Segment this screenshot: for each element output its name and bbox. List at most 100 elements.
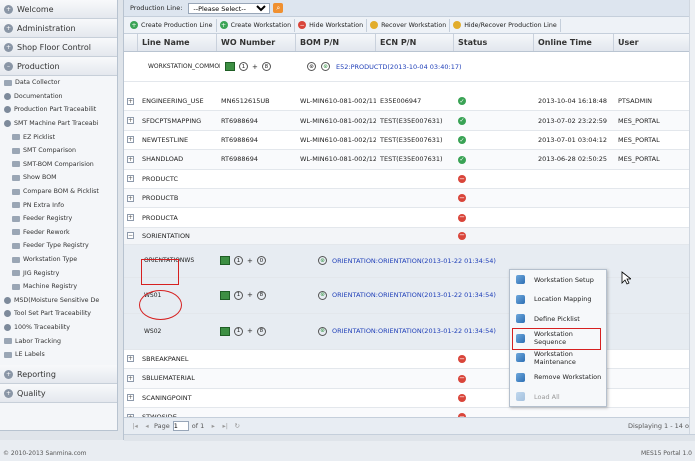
search-icon[interactable]: ⌕	[273, 3, 284, 13]
sidebar-item[interactable]: EZ Picklist	[0, 130, 117, 144]
sidebar-item[interactable]: Feeder Rework	[0, 226, 117, 240]
sidebar-item[interactable]: Labor Tracking	[0, 334, 117, 348]
seq-number: 0	[256, 256, 266, 266]
sidebar-section[interactable]: + Shop Floor Control	[0, 38, 117, 57]
sidebar-item[interactable]: LE Labels	[0, 348, 117, 362]
column-header[interactable]: Online Time	[534, 34, 614, 51]
product-link[interactable]: ORIENTATION:ORIENTATION(2013-01-22 01:34…	[332, 291, 496, 299]
column-header[interactable]: User	[614, 34, 695, 51]
sidebar-item[interactable]: Feeder Type Registry	[0, 239, 117, 253]
sidebar-section[interactable]: + Administration	[0, 19, 117, 38]
expand-icon[interactable]: +	[127, 355, 134, 363]
table-row[interactable]: + PRODUCTA −	[124, 208, 689, 228]
last-page-icon[interactable]: ▸|	[220, 422, 230, 430]
context-menu-item[interactable]: Workstation Maintenance	[510, 348, 606, 368]
sidebar-item[interactable]: SMT-BOM Comparision	[0, 158, 117, 172]
refresh-icon[interactable]: ↻	[232, 422, 242, 430]
page-input[interactable]	[172, 421, 189, 431]
sidebar-item[interactable]: Documentation	[0, 90, 117, 104]
sidebar-item[interactable]: JIG Registry	[0, 266, 117, 280]
sidebar-item[interactable]: Machine Registry	[0, 280, 117, 294]
sidebar-section[interactable]: + Quality	[0, 384, 117, 404]
toolbar-button[interactable]: Recover Workstation	[367, 18, 451, 32]
page-icon	[12, 270, 20, 277]
toolbar-button[interactable]: + Create Production Line	[127, 18, 217, 32]
context-menu-label: Location Mapping	[534, 295, 592, 304]
column-header[interactable]: Line Name	[138, 34, 217, 51]
sidebar-item[interactable]: Workstation Type	[0, 253, 117, 267]
sidebar-item[interactable]: Tool Set Part Traceability	[0, 307, 117, 321]
context-menu-item[interactable]: Define Picklist	[510, 309, 606, 329]
group-row[interactable]: − SORIENTATION −	[124, 227, 689, 245]
table-row[interactable]: + SHANDLOAD RT6988694 WL-MIN610-081-002/12 T…	[124, 150, 689, 170]
next-page-icon[interactable]: ▸	[208, 422, 218, 430]
context-menu-label: Load All	[534, 392, 560, 401]
sidebar-item[interactable]: Feeder Registry	[0, 212, 117, 226]
table-row[interactable]: + PRODUCTC −	[124, 170, 689, 189]
menu-item-icon	[516, 314, 525, 324]
column-header[interactable]: WO Number	[217, 34, 296, 51]
menu-item-icon	[516, 372, 525, 382]
cell-user: PTSADMIN	[618, 97, 652, 106]
expand-icon[interactable]: +	[127, 136, 134, 144]
product-link[interactable]: ORIENTATION:ORIENTATION(2013-01-22 01:34…	[332, 257, 496, 265]
sidebar-section-label: Shop Floor Control	[17, 42, 92, 52]
production-line-select[interactable]: --Please Select--	[188, 2, 271, 14]
cell-bom: WL-MIN610-081-002/12	[300, 135, 376, 144]
sidebar-item[interactable]: MSD(Moisture Sensitive De	[0, 294, 117, 308]
toolbar-button[interactable]: Hide/Recover Production Line	[450, 18, 561, 32]
context-menu-item[interactable]: Workstation Setup	[510, 270, 606, 290]
expand-icon[interactable]: +	[127, 175, 134, 183]
expand-icon[interactable]: +	[127, 194, 134, 202]
context-menu-item[interactable]: Workstation Sequence	[510, 329, 606, 349]
context-menu-item[interactable]: Location Mapping	[510, 290, 606, 310]
sidebar-item[interactable]: Compare BOM & Picklist	[0, 185, 117, 199]
column-header[interactable]: Status	[454, 34, 534, 51]
first-page-icon[interactable]: |◂	[130, 422, 140, 430]
table-row[interactable]: + SFDCPTSMAPPING RT6988694 WL-MIN610-081-00…	[124, 111, 689, 131]
sidebar-item[interactable]: 100% Traceability	[0, 321, 117, 335]
seq-number: 8	[256, 326, 266, 336]
toolbar-button-label: Create Workstation	[230, 21, 292, 29]
prev-page-icon[interactable]: ◂	[142, 422, 152, 430]
column-header[interactable]: BOM P/N	[296, 34, 376, 51]
sidebar-item[interactable]: Data Collector	[0, 76, 117, 90]
sidebar-item[interactable]: SMT Comparison	[0, 144, 117, 158]
sidebar-item[interactable]: Show BOM	[0, 171, 117, 185]
expand-icon[interactable]: +	[127, 155, 134, 163]
toolbar-button[interactable]: − Hide Workstation	[295, 18, 368, 32]
cell-user: MES_PORTAL	[618, 155, 660, 164]
sidebar-section[interactable]: + Welcome	[0, 0, 117, 19]
table-row[interactable]: + NEWTESTLINE RT6988694 WL-MIN610-081-002/1…	[124, 131, 689, 151]
sidebar-item[interactable]: PN Extra Info	[0, 198, 117, 212]
sidebar-item[interactable]: Production Part Traceabilit	[0, 103, 117, 117]
sidebar-item[interactable]: SMT Machine Part Traceabi	[0, 117, 117, 131]
collapse-icon[interactable]: −	[127, 232, 134, 240]
grid-horizontal-scrollbar[interactable]	[124, 434, 695, 441]
sidebar-section[interactable]: + Reporting	[0, 365, 117, 385]
sidebar-scrollbar[interactable]	[0, 430, 118, 440]
table-row[interactable]: + PRODUCTB −	[124, 188, 689, 209]
toolbar-button-label: Recover Workstation	[381, 21, 447, 29]
expand-icon[interactable]: +	[127, 214, 134, 222]
menu-item-icon	[516, 333, 525, 343]
workstation-common-row[interactable]: WORKSTATION_COMMON 1 +8 ⊛ ⊛ E52:PRODUCTD(2013…	[124, 52, 689, 82]
column-header[interactable]: ECN P/N	[376, 34, 454, 51]
sidebar-item-label: Machine Registry	[23, 283, 78, 291]
workstation-name: WS01	[144, 291, 162, 299]
expand-icon[interactable]: +	[127, 97, 134, 105]
grid-vertical-scrollbar[interactable]	[689, 0, 695, 434]
expand-icon[interactable]: +	[127, 394, 134, 402]
page-icon	[12, 215, 20, 222]
table-row[interactable]: +STWOSIDE−	[124, 407, 689, 417]
expand-icon[interactable]: +	[127, 117, 134, 125]
product-link[interactable]: ORIENTATION:ORIENTATION(2013-01-22 01:34…	[332, 327, 496, 335]
context-menu-item[interactable]: Remove Workstation	[510, 368, 606, 388]
cell-name: SFDCPTSMAPPING	[142, 116, 202, 125]
product-link[interactable]: E52:PRODUCTD(2013-10-04 03:40:17)	[336, 63, 462, 71]
sidebar-item-label: Workstation Type	[23, 256, 78, 264]
sidebar-section[interactable]: – Production	[0, 57, 117, 76]
table-row[interactable]: + ENGINEERING_USE MN6512615UB WL-MIN610-081…	[124, 92, 689, 112]
expand-icon[interactable]: +	[127, 374, 134, 382]
toolbar-button[interactable]: + Create Workstation	[217, 18, 296, 32]
